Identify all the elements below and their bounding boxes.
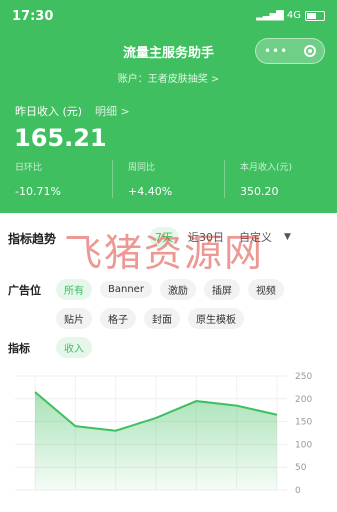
network-label: 4G <box>286 10 301 21</box>
stat-label: 周同比 <box>128 163 156 173</box>
target-icon[interactable] <box>304 45 317 57</box>
stat-value: +4.40% <box>128 185 173 198</box>
stat-value: 350.20 <box>240 185 279 198</box>
stats-row: 日环比 -10.71% 周同比 +4.40% 本月收入(元) 350.20 <box>0 160 337 198</box>
chip-cover[interactable]: 封面 <box>144 308 180 329</box>
chip-native-template[interactable]: 原生模板 <box>188 308 244 329</box>
trend-section: 指标趋势 7天 近30日 自定义 ▼ <box>0 222 337 254</box>
tab-custom[interactable]: 自定义 <box>234 227 277 247</box>
chip-grid[interactable]: 格子 <box>100 308 136 329</box>
income-label: 昨日收入 (元) <box>15 105 83 118</box>
stat-day: 日环比 -10.71% <box>0 160 112 198</box>
y-tick-label: 50 <box>295 463 307 473</box>
stat-label: 本月收入(元) <box>240 163 293 173</box>
chip-incentive[interactable]: 激励 <box>159 279 196 300</box>
y-tick-label: 0 <box>295 486 301 496</box>
y-tick-label: 100 <box>295 440 312 450</box>
account-link[interactable]: 账户：王者皮肤抽奖 > <box>0 70 337 85</box>
stat-month: 本月收入(元) 350.20 <box>224 160 336 198</box>
chip-interstitial[interactable]: 插屏 <box>203 279 240 300</box>
metric-row: 指标 收入 <box>8 337 92 358</box>
mini-program-capsule[interactable]: ••• <box>255 38 325 64</box>
y-tick-label: 250 <box>295 372 312 382</box>
trend-title: 指标趋势 <box>8 232 57 246</box>
trend-tabs: 7天 近30日 自定义 ▼ <box>150 227 291 247</box>
income-value: 165.21 <box>14 124 107 152</box>
income-chart: 250 200 150 100 50 0 <box>0 362 337 508</box>
stat-label: 日环比 <box>15 163 43 173</box>
tab-30days[interactable]: 近30日 <box>183 227 229 247</box>
y-tick-label: 200 <box>295 395 312 405</box>
chip-patch[interactable]: 贴片 <box>56 308 92 329</box>
metric-label: 指标 <box>8 341 30 355</box>
ad-position-label: 广告位 <box>8 283 41 297</box>
more-dots-icon[interactable]: ••• <box>264 45 288 57</box>
status-time: 17:30 <box>12 9 54 24</box>
tab-7days[interactable]: 7天 <box>150 227 178 247</box>
status-icons: ▂▃▅▇ 4G <box>256 10 325 21</box>
chip-income[interactable]: 收入 <box>56 337 92 358</box>
stat-week: 周同比 +4.40% <box>112 160 224 198</box>
income-detail-link[interactable]: 明细 > <box>95 103 130 119</box>
chevron-down-icon[interactable]: ▼ <box>284 232 291 242</box>
chip-banner[interactable]: Banner <box>100 281 152 298</box>
stat-value: -10.71% <box>15 185 61 198</box>
ad-position-row-2: 贴片 格子 封面 原生模板 <box>8 308 244 329</box>
chart-svg: 250 200 150 100 50 0 <box>15 372 312 496</box>
header-panel: 17:30 ▂▃▅▇ 4G 流量主服务助手 账户：王者皮肤抽奖 > ••• 昨日… <box>0 0 337 213</box>
y-tick-label: 150 <box>295 418 312 428</box>
chip-video[interactable]: 视频 <box>247 279 284 300</box>
chip-all[interactable]: 所有 <box>56 279 92 300</box>
ad-position-row-1: 广告位 所有 Banner 激励 插屏 视频 <box>8 279 284 300</box>
battery-icon <box>305 10 325 21</box>
signal-icon: ▂▃▅▇ <box>256 10 284 21</box>
